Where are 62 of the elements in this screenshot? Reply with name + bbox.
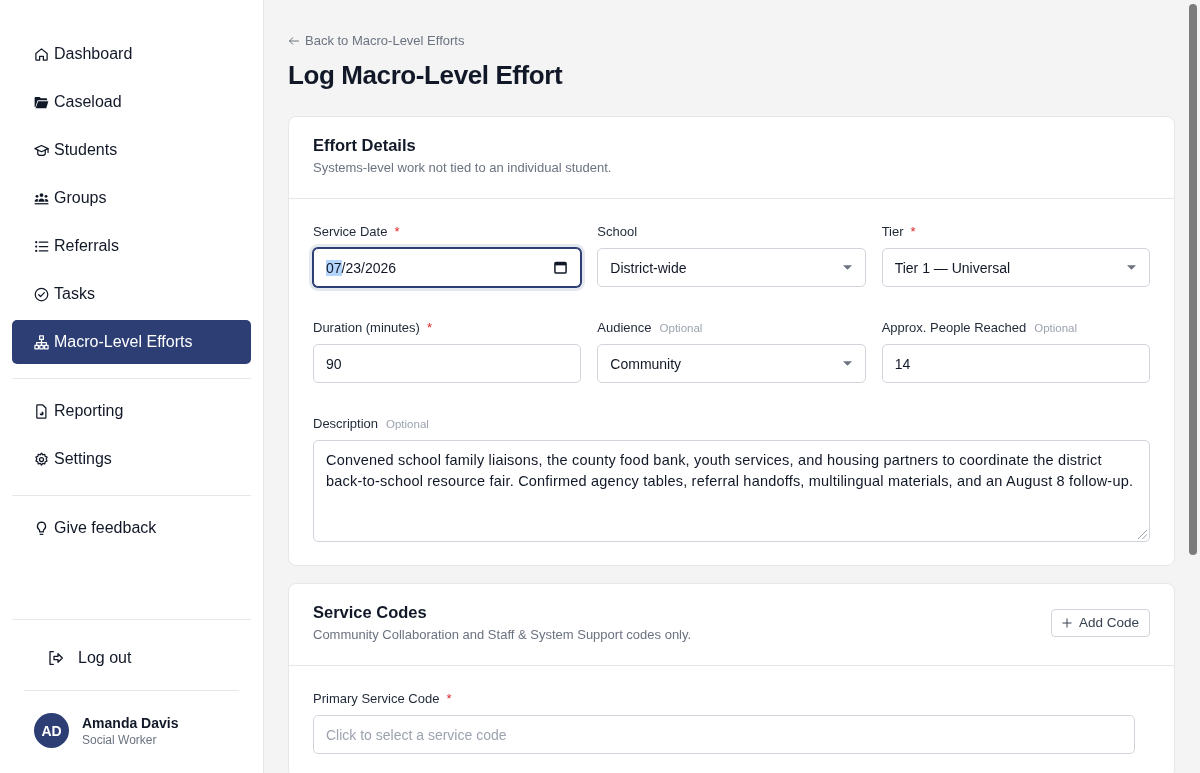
list-icon [34,238,49,254]
select-field[interactable]: Tier 1 — Universal [881,248,1150,287]
input-field[interactable]: 90 [313,344,582,383]
required-asterisk: * [910,223,916,241]
nav-item[interactable]: Reporting [12,389,251,433]
gear-icon [34,451,49,467]
date-field[interactable]: 07/23/2026 [313,248,582,287]
section-subtitle: Systems-level work not tied to an individual student. [313,159,612,177]
section-title: Service Codes [313,602,428,623]
folder-icon [34,94,49,110]
user-role: Social Worker [82,731,158,748]
nav-item[interactable]: Dashboard [12,32,251,76]
graduation-cap-icon [34,142,49,158]
user-name: Amanda Davis [82,713,179,732]
logout-icon [48,650,64,666]
optional-note: Optional [386,417,429,432]
input-field[interactable]: 14 [881,344,1150,383]
nav-item[interactable]: Groups [12,176,251,220]
field-label: Tier [881,223,904,241]
arrow-left-icon [288,35,300,47]
nav-item[interactable]: Caseload [12,80,251,124]
scrollbar-thumb[interactable] [1189,4,1197,555]
required-asterisk: * [446,690,452,708]
optional-note: Optional [1034,321,1078,336]
house-icon [34,46,49,62]
text-area[interactable]: Convened school family liaisons, the county food bank, youth services, and housing partners to coordinate the district back-to-school resource fair. Confirmed agency tables, referral handoffs, multilingual materials, and an August 8 follow-up. [313,440,1150,542]
add-code-button[interactable]: Add Code [1050,608,1150,637]
field-label: Approx. People Reached [881,319,1027,337]
people-icon [34,190,49,206]
field-label: Primary Service Code [313,690,440,708]
field-label: Duration (minutes) [313,319,420,337]
section-subtitle: Community Collaboration and Staff & System Support codes only. [313,626,692,644]
section-title: Effort Details [313,135,417,156]
logout-button[interactable]: Log out [24,638,156,678]
page-title: Log Macro-Level Effort [288,59,564,91]
nav-item[interactable]: Give feedback [12,506,251,550]
hierarchy-icon [34,334,49,350]
field-label: Audience [597,319,652,337]
nav-item[interactable]: Referrals [12,224,251,268]
field-label: Service Date [313,223,388,241]
avatar: AD [34,713,69,748]
plus-icon [1060,616,1073,629]
nav-item[interactable]: Students [12,128,251,172]
back-link[interactable]: Back to Macro-Level Efforts [288,33,465,49]
calendar-icon [554,261,568,274]
nav-item[interactable]: Settings [12,437,251,481]
field-label: Description [313,415,379,433]
lightbulb-icon [34,520,49,536]
nav-item[interactable]: Tasks [12,272,251,316]
caret-icon [842,265,852,270]
document-icon [34,403,49,419]
required-asterisk: * [426,319,432,337]
field-label: School [597,223,638,241]
resize-handle-icon [1138,530,1147,539]
nav-item[interactable]: Macro-Level Efforts [12,320,251,364]
caret-icon [1127,265,1136,270]
check-circle-icon [34,286,49,302]
optional-note: Optional [659,321,703,336]
select-field[interactable]: Community [597,344,866,383]
caret-icon [842,361,852,366]
required-asterisk: * [394,223,400,241]
select-field[interactable]: District-wide [597,248,866,287]
